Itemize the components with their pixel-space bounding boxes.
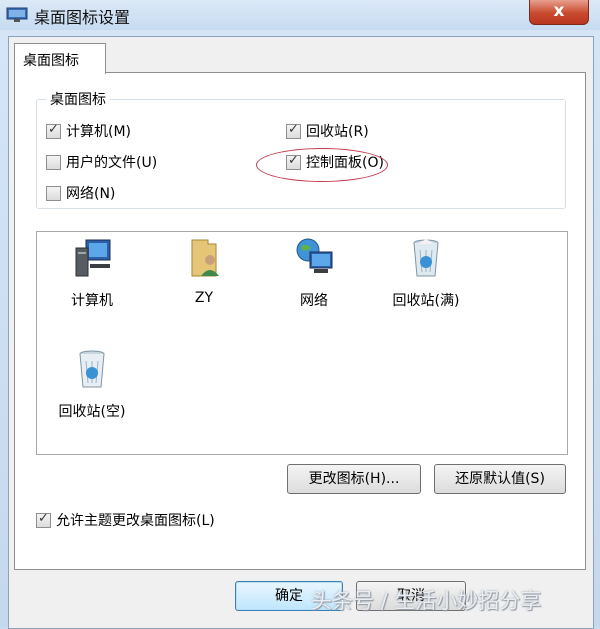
computer-icon xyxy=(75,239,111,277)
recycle-bin-empty-icon xyxy=(79,350,105,388)
close-icon: x xyxy=(553,1,565,21)
dialog-window: 桌面图标设置 x 桌面图标 桌面图标 计算机(M) 回收站(R) 用户的文件(U… xyxy=(0,0,600,629)
checkbox-box[interactable] xyxy=(46,185,61,201)
checkbox-box[interactable] xyxy=(46,122,61,139)
desktop-settings-icon xyxy=(6,7,28,22)
user-folder-icon xyxy=(191,239,219,277)
recycle-bin-full-icon xyxy=(413,239,439,277)
checkbox-network[interactable]: 网络(N) xyxy=(46,183,115,203)
desktop-icon-user-folder[interactable]: ZY xyxy=(159,236,249,306)
close-button[interactable]: x xyxy=(529,0,589,25)
checkbox-user-files[interactable]: 用户的文件(U) xyxy=(46,152,157,172)
checkbox-recycle-bin[interactable]: 回收站(R) xyxy=(286,121,369,141)
network-icon xyxy=(296,238,333,273)
desktop-icon-recycle-full[interactable]: 回收站(满) xyxy=(381,236,471,310)
desktop-icon-recycle-empty[interactable]: 回收站(空) xyxy=(47,347,137,421)
watermark: 头条号 / 生活小妙招分享 xyxy=(311,589,542,613)
tab-desktop-icons[interactable]: 桌面图标 xyxy=(14,43,106,74)
highlight-ellipse xyxy=(256,148,388,182)
change-icon-button[interactable]: 更改图标(H)... xyxy=(287,464,421,494)
window-title: 桌面图标设置 xyxy=(34,8,131,27)
title-bar[interactable]: 桌面图标设置 xyxy=(0,0,600,30)
checkbox-computer[interactable]: 计算机(M) xyxy=(46,121,131,141)
desktop-icon-computer[interactable]: 计算机 xyxy=(47,236,137,310)
checkbox-box[interactable] xyxy=(36,511,51,528)
group-title: 桌面图标 xyxy=(46,89,110,109)
checkbox-box[interactable] xyxy=(46,154,61,170)
restore-default-button[interactable]: 还原默认值(S) xyxy=(434,464,566,494)
checkbox-box[interactable] xyxy=(286,122,301,139)
desktop-icon-network[interactable]: 网络 xyxy=(269,236,359,310)
checkbox-allow-theme-change[interactable]: 允许主题更改桌面图标(L) xyxy=(36,510,215,530)
